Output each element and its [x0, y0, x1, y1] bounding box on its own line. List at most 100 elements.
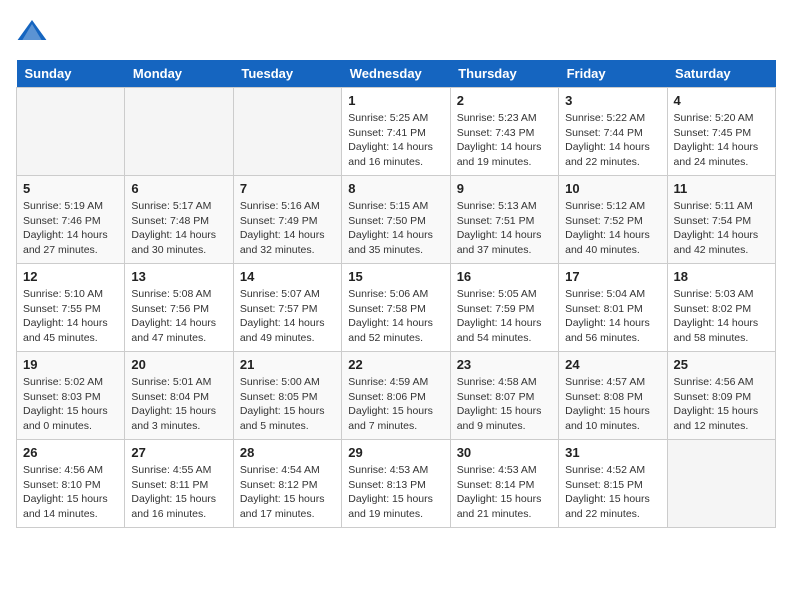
day-number: 13 — [131, 269, 226, 284]
logo — [16, 16, 54, 48]
calendar-cell — [17, 88, 125, 176]
day-number: 6 — [131, 181, 226, 196]
day-number: 28 — [240, 445, 335, 460]
day-info: Sunrise: 5:13 AMSunset: 7:51 PMDaylight:… — [457, 199, 552, 258]
calendar-cell: 18 Sunrise: 5:03 AMSunset: 8:02 PMDaylig… — [667, 264, 775, 352]
calendar-cell: 25 Sunrise: 4:56 AMSunset: 8:09 PMDaylig… — [667, 352, 775, 440]
day-number: 23 — [457, 357, 552, 372]
day-info: Sunrise: 5:00 AMSunset: 8:05 PMDaylight:… — [240, 375, 335, 434]
day-info: Sunrise: 4:53 AMSunset: 8:14 PMDaylight:… — [457, 463, 552, 522]
day-number: 15 — [348, 269, 443, 284]
calendar-cell — [125, 88, 233, 176]
calendar-cell: 17 Sunrise: 5:04 AMSunset: 8:01 PMDaylig… — [559, 264, 667, 352]
logo-icon — [16, 16, 48, 48]
day-info: Sunrise: 5:07 AMSunset: 7:57 PMDaylight:… — [240, 287, 335, 346]
day-info: Sunrise: 5:16 AMSunset: 7:49 PMDaylight:… — [240, 199, 335, 258]
day-info: Sunrise: 5:25 AMSunset: 7:41 PMDaylight:… — [348, 111, 443, 170]
day-number: 3 — [565, 93, 660, 108]
day-number: 31 — [565, 445, 660, 460]
week-row-3: 12 Sunrise: 5:10 AMSunset: 7:55 PMDaylig… — [17, 264, 776, 352]
day-header-thursday: Thursday — [450, 60, 558, 88]
calendar-cell: 22 Sunrise: 4:59 AMSunset: 8:06 PMDaylig… — [342, 352, 450, 440]
calendar-table: SundayMondayTuesdayWednesdayThursdayFrid… — [16, 60, 776, 528]
day-info: Sunrise: 4:57 AMSunset: 8:08 PMDaylight:… — [565, 375, 660, 434]
calendar-cell: 12 Sunrise: 5:10 AMSunset: 7:55 PMDaylig… — [17, 264, 125, 352]
day-info: Sunrise: 4:58 AMSunset: 8:07 PMDaylight:… — [457, 375, 552, 434]
day-number: 5 — [23, 181, 118, 196]
day-header-tuesday: Tuesday — [233, 60, 341, 88]
day-info: Sunrise: 5:05 AMSunset: 7:59 PMDaylight:… — [457, 287, 552, 346]
day-number: 17 — [565, 269, 660, 284]
day-number: 22 — [348, 357, 443, 372]
calendar-cell: 21 Sunrise: 5:00 AMSunset: 8:05 PMDaylig… — [233, 352, 341, 440]
day-number: 8 — [348, 181, 443, 196]
day-info: Sunrise: 5:03 AMSunset: 8:02 PMDaylight:… — [674, 287, 769, 346]
calendar-cell: 29 Sunrise: 4:53 AMSunset: 8:13 PMDaylig… — [342, 440, 450, 528]
day-header-sunday: Sunday — [17, 60, 125, 88]
day-number: 24 — [565, 357, 660, 372]
page-header — [16, 16, 776, 48]
calendar-cell: 30 Sunrise: 4:53 AMSunset: 8:14 PMDaylig… — [450, 440, 558, 528]
day-number: 21 — [240, 357, 335, 372]
day-header-friday: Friday — [559, 60, 667, 88]
day-info: Sunrise: 4:52 AMSunset: 8:15 PMDaylight:… — [565, 463, 660, 522]
week-row-4: 19 Sunrise: 5:02 AMSunset: 8:03 PMDaylig… — [17, 352, 776, 440]
calendar-cell: 11 Sunrise: 5:11 AMSunset: 7:54 PMDaylig… — [667, 176, 775, 264]
day-info: Sunrise: 5:01 AMSunset: 8:04 PMDaylight:… — [131, 375, 226, 434]
day-info: Sunrise: 5:11 AMSunset: 7:54 PMDaylight:… — [674, 199, 769, 258]
day-header-saturday: Saturday — [667, 60, 775, 88]
day-number: 10 — [565, 181, 660, 196]
calendar-cell — [667, 440, 775, 528]
calendar-cell: 9 Sunrise: 5:13 AMSunset: 7:51 PMDayligh… — [450, 176, 558, 264]
day-info: Sunrise: 5:12 AMSunset: 7:52 PMDaylight:… — [565, 199, 660, 258]
day-info: Sunrise: 4:59 AMSunset: 8:06 PMDaylight:… — [348, 375, 443, 434]
calendar-cell: 27 Sunrise: 4:55 AMSunset: 8:11 PMDaylig… — [125, 440, 233, 528]
week-row-2: 5 Sunrise: 5:19 AMSunset: 7:46 PMDayligh… — [17, 176, 776, 264]
calendar-cell: 8 Sunrise: 5:15 AMSunset: 7:50 PMDayligh… — [342, 176, 450, 264]
calendar-cell: 15 Sunrise: 5:06 AMSunset: 7:58 PMDaylig… — [342, 264, 450, 352]
day-header-wednesday: Wednesday — [342, 60, 450, 88]
calendar-cell: 4 Sunrise: 5:20 AMSunset: 7:45 PMDayligh… — [667, 88, 775, 176]
calendar-cell: 24 Sunrise: 4:57 AMSunset: 8:08 PMDaylig… — [559, 352, 667, 440]
calendar-cell: 6 Sunrise: 5:17 AMSunset: 7:48 PMDayligh… — [125, 176, 233, 264]
day-number: 27 — [131, 445, 226, 460]
week-row-1: 1 Sunrise: 5:25 AMSunset: 7:41 PMDayligh… — [17, 88, 776, 176]
day-info: Sunrise: 4:55 AMSunset: 8:11 PMDaylight:… — [131, 463, 226, 522]
day-info: Sunrise: 5:15 AMSunset: 7:50 PMDaylight:… — [348, 199, 443, 258]
calendar-cell: 19 Sunrise: 5:02 AMSunset: 8:03 PMDaylig… — [17, 352, 125, 440]
calendar-cell: 5 Sunrise: 5:19 AMSunset: 7:46 PMDayligh… — [17, 176, 125, 264]
day-info: Sunrise: 4:56 AMSunset: 8:09 PMDaylight:… — [674, 375, 769, 434]
calendar-cell: 1 Sunrise: 5:25 AMSunset: 7:41 PMDayligh… — [342, 88, 450, 176]
calendar-cell: 16 Sunrise: 5:05 AMSunset: 7:59 PMDaylig… — [450, 264, 558, 352]
calendar-cell: 10 Sunrise: 5:12 AMSunset: 7:52 PMDaylig… — [559, 176, 667, 264]
calendar-cell: 2 Sunrise: 5:23 AMSunset: 7:43 PMDayligh… — [450, 88, 558, 176]
calendar-cell: 3 Sunrise: 5:22 AMSunset: 7:44 PMDayligh… — [559, 88, 667, 176]
day-info: Sunrise: 5:23 AMSunset: 7:43 PMDaylight:… — [457, 111, 552, 170]
day-number: 2 — [457, 93, 552, 108]
week-row-5: 26 Sunrise: 4:56 AMSunset: 8:10 PMDaylig… — [17, 440, 776, 528]
day-info: Sunrise: 4:53 AMSunset: 8:13 PMDaylight:… — [348, 463, 443, 522]
calendar-cell: 26 Sunrise: 4:56 AMSunset: 8:10 PMDaylig… — [17, 440, 125, 528]
day-info: Sunrise: 4:56 AMSunset: 8:10 PMDaylight:… — [23, 463, 118, 522]
day-info: Sunrise: 5:06 AMSunset: 7:58 PMDaylight:… — [348, 287, 443, 346]
day-info: Sunrise: 5:10 AMSunset: 7:55 PMDaylight:… — [23, 287, 118, 346]
day-number: 26 — [23, 445, 118, 460]
day-info: Sunrise: 5:19 AMSunset: 7:46 PMDaylight:… — [23, 199, 118, 258]
calendar-cell: 14 Sunrise: 5:07 AMSunset: 7:57 PMDaylig… — [233, 264, 341, 352]
day-info: Sunrise: 5:02 AMSunset: 8:03 PMDaylight:… — [23, 375, 118, 434]
calendar-cell: 23 Sunrise: 4:58 AMSunset: 8:07 PMDaylig… — [450, 352, 558, 440]
day-number: 11 — [674, 181, 769, 196]
day-number: 18 — [674, 269, 769, 284]
day-info: Sunrise: 5:20 AMSunset: 7:45 PMDaylight:… — [674, 111, 769, 170]
day-number: 14 — [240, 269, 335, 284]
day-number: 20 — [131, 357, 226, 372]
day-number: 1 — [348, 93, 443, 108]
day-info: Sunrise: 5:17 AMSunset: 7:48 PMDaylight:… — [131, 199, 226, 258]
day-number: 30 — [457, 445, 552, 460]
calendar-cell: 20 Sunrise: 5:01 AMSunset: 8:04 PMDaylig… — [125, 352, 233, 440]
calendar-cell: 31 Sunrise: 4:52 AMSunset: 8:15 PMDaylig… — [559, 440, 667, 528]
calendar-cell: 7 Sunrise: 5:16 AMSunset: 7:49 PMDayligh… — [233, 176, 341, 264]
day-info: Sunrise: 5:08 AMSunset: 7:56 PMDaylight:… — [131, 287, 226, 346]
day-info: Sunrise: 5:22 AMSunset: 7:44 PMDaylight:… — [565, 111, 660, 170]
day-number: 16 — [457, 269, 552, 284]
